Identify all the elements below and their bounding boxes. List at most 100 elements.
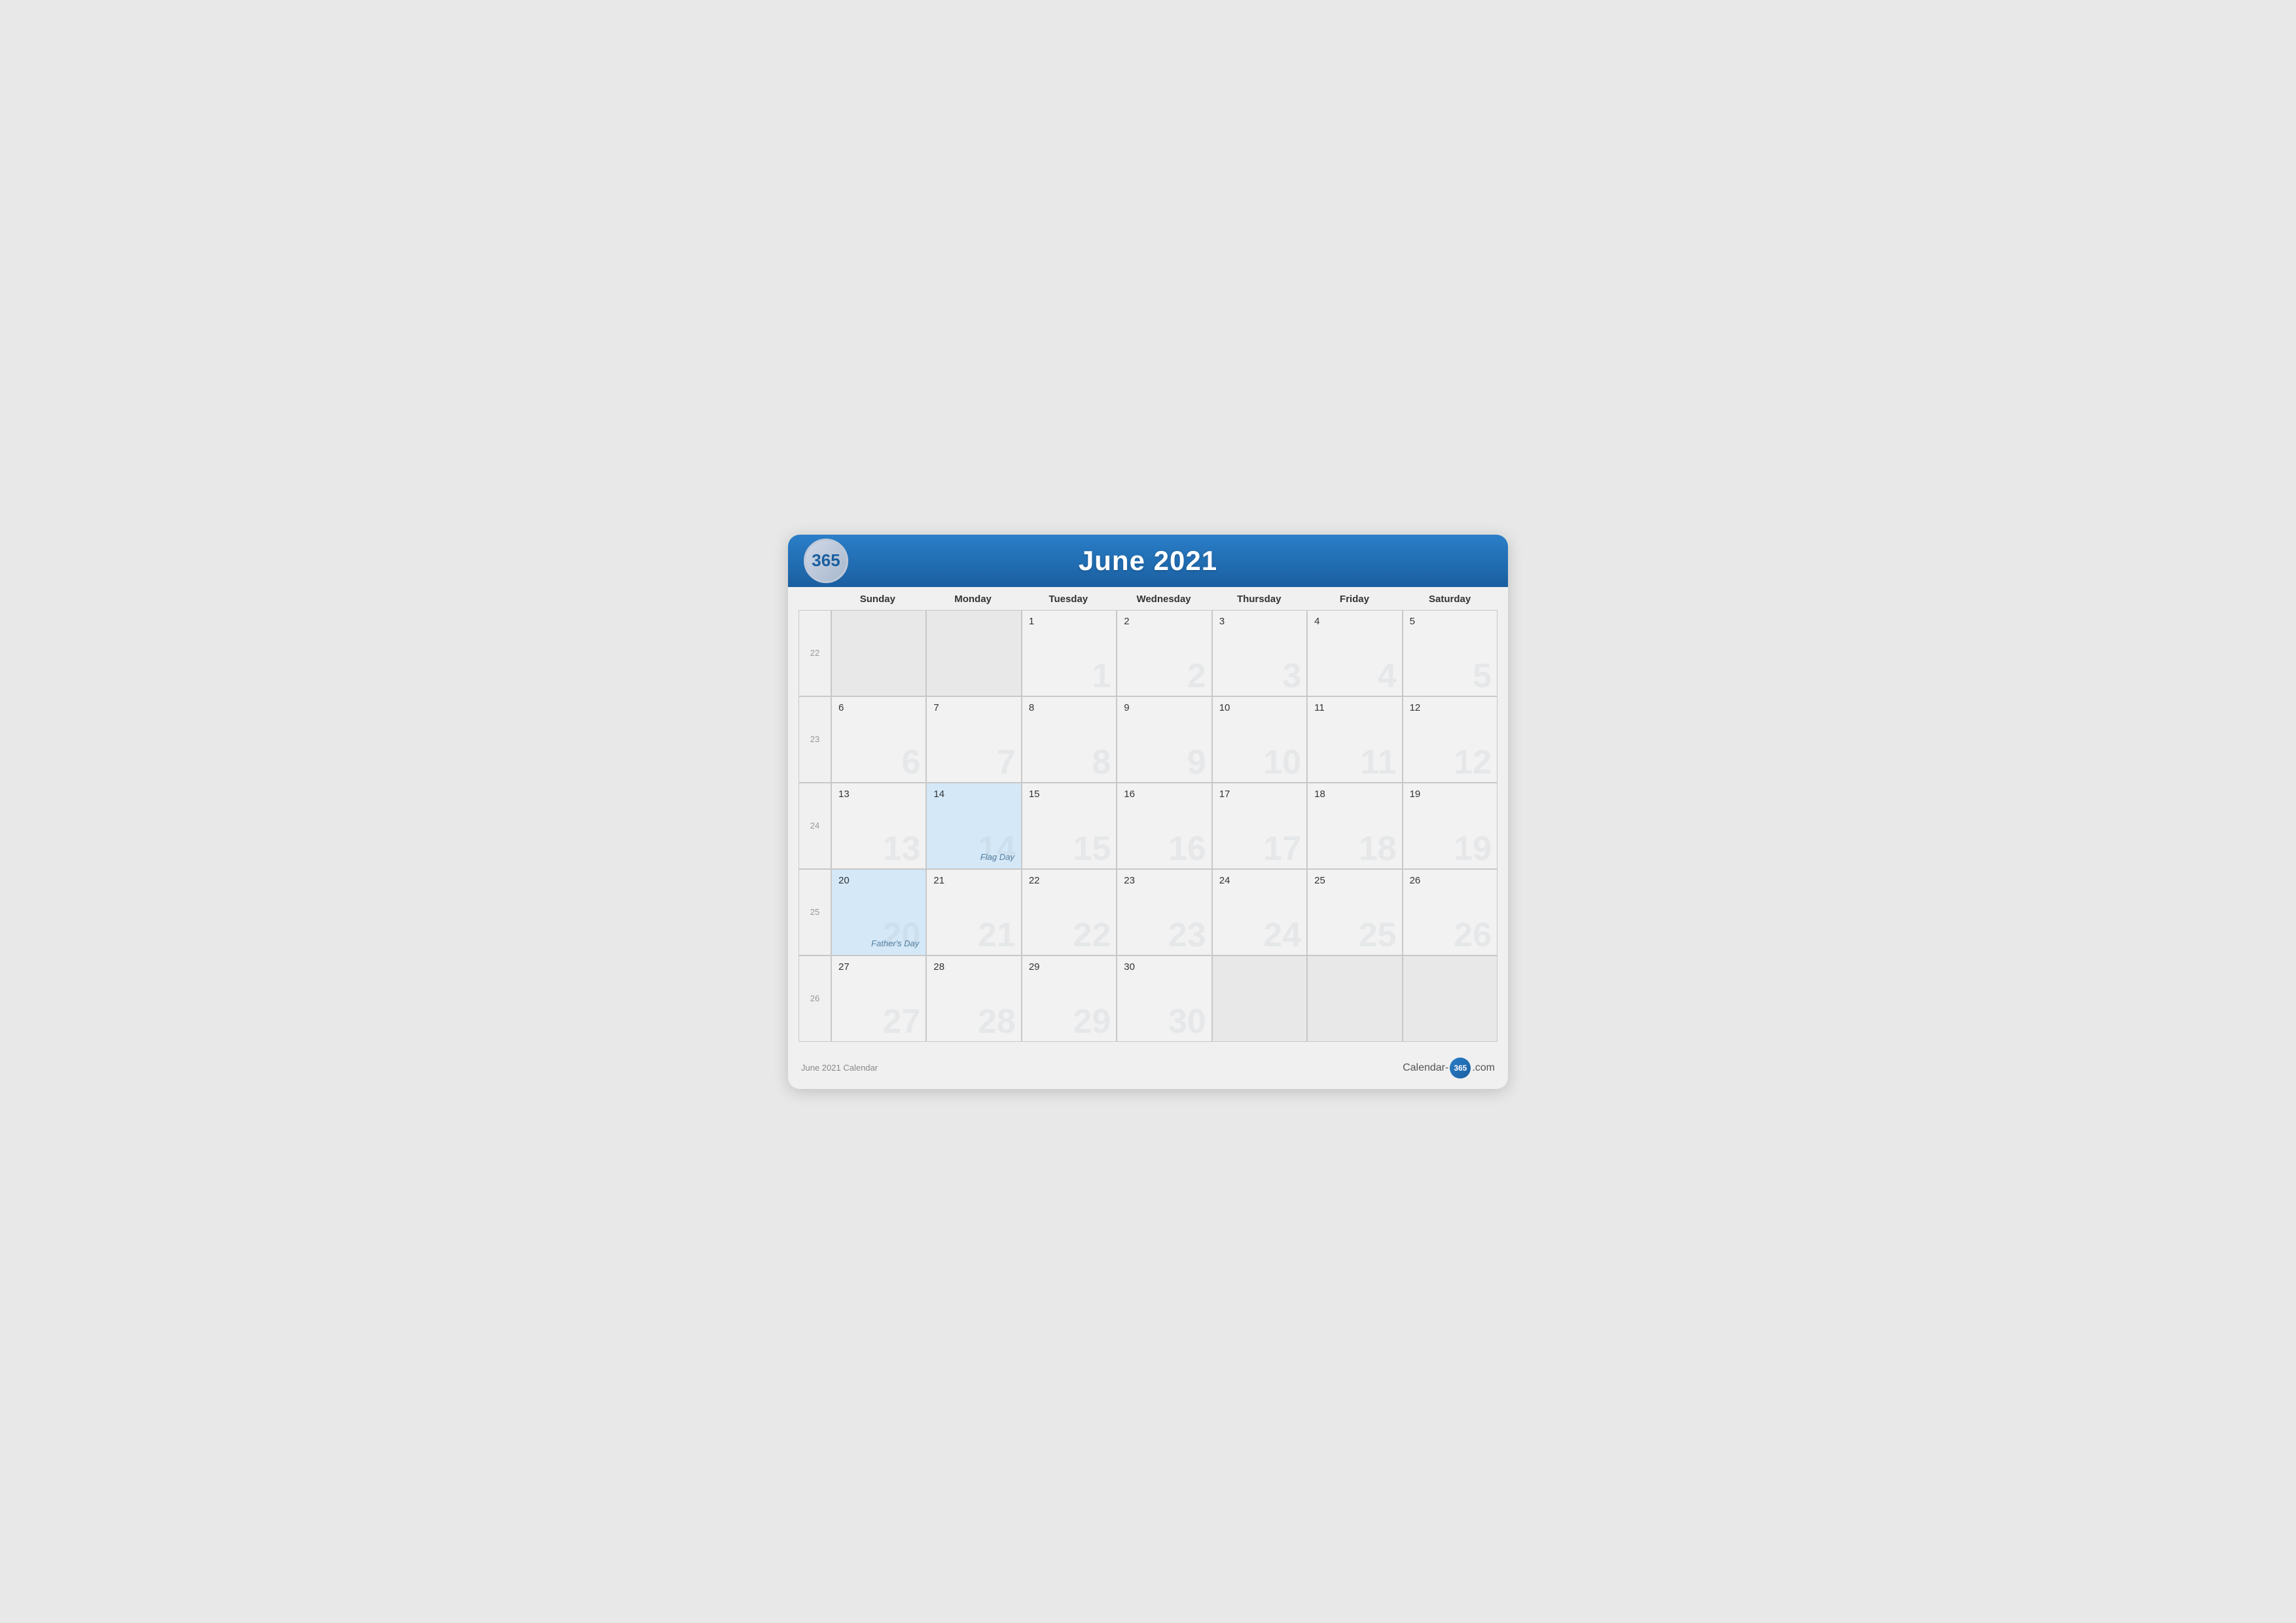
calendar-page: 365 June 2021 Sunday Monday Tuesday Wedn… bbox=[788, 535, 1508, 1089]
watermark-12: 12 bbox=[1454, 745, 1492, 779]
day-num-3: 3 bbox=[1219, 616, 1300, 627]
day-num-14: 14 bbox=[933, 789, 1014, 800]
dow-saturday: Saturday bbox=[1402, 587, 1498, 609]
watermark-6: 6 bbox=[902, 745, 921, 779]
day-num-2: 2 bbox=[1124, 616, 1204, 627]
cal-cell-w2-d6[interactable]: 1919 bbox=[1403, 783, 1497, 868]
dow-thursday: Thursday bbox=[1211, 587, 1307, 609]
day-num-12: 12 bbox=[1410, 702, 1490, 713]
calendar-title: June 2021 bbox=[861, 545, 1435, 577]
cal-cell-w3-d3[interactable]: 2323 bbox=[1117, 870, 1211, 955]
cal-cell-w0-d2[interactable]: 11 bbox=[1022, 611, 1116, 696]
cal-cell-w1-d5[interactable]: 1111 bbox=[1308, 697, 1401, 782]
calendar-body: Sunday Monday Tuesday Wednesday Thursday… bbox=[788, 587, 1508, 1047]
watermark-9: 9 bbox=[1187, 745, 1206, 779]
footer-right: Calendar- 365 .com bbox=[1403, 1058, 1495, 1079]
cal-cell-w3-d4[interactable]: 24 24 bbox=[1213, 870, 1306, 955]
dow-friday: Friday bbox=[1307, 587, 1403, 609]
footer-calendar-pre: Calendar- bbox=[1403, 1062, 1448, 1074]
cal-cell-w4-d5[interactable] bbox=[1308, 956, 1401, 1041]
day-num-17: 17 bbox=[1219, 789, 1300, 800]
cal-cell-w2-d3[interactable]: 1616 bbox=[1117, 783, 1211, 868]
day-num-24: 24 bbox=[1219, 875, 1300, 886]
cal-cell-w4-d2[interactable]: 2929 bbox=[1022, 956, 1116, 1041]
cal-cell-w2-d2[interactable]: 1515 bbox=[1022, 783, 1116, 868]
day-num-28: 28 bbox=[933, 961, 1014, 972]
cal-cell-w2-d5[interactable]: 1818 bbox=[1308, 783, 1401, 868]
day-num-30: 30 bbox=[1124, 961, 1204, 972]
day-num-7: 7 bbox=[933, 702, 1014, 713]
cal-cell-w3-d5[interactable]: 25 25 bbox=[1308, 870, 1401, 955]
day-num-8: 8 bbox=[1029, 702, 1109, 713]
watermark-27: 27 bbox=[883, 1005, 921, 1039]
event-label-20: Father's Day bbox=[871, 938, 919, 948]
watermark-3: 3 bbox=[1282, 659, 1301, 693]
logo-badge: 365 bbox=[804, 539, 848, 583]
footer-calendar-post: .com bbox=[1472, 1062, 1495, 1074]
cal-cell-w2-d0[interactable]: 13 13 bbox=[832, 783, 925, 868]
day-num-13: 13 bbox=[838, 789, 919, 800]
cal-cell-w3-d0[interactable]: 2020Father's Day bbox=[832, 870, 925, 955]
day-num-5: 5 bbox=[1410, 616, 1490, 627]
watermark-16: 16 bbox=[1168, 832, 1206, 866]
event-label-14: Flag Day bbox=[980, 852, 1014, 862]
watermark-4: 4 bbox=[1378, 659, 1397, 693]
cal-cell-w0-d3[interactable]: 22 bbox=[1117, 611, 1211, 696]
cal-cell-w4-d1[interactable]: 28 28 bbox=[927, 956, 1020, 1041]
footer-left-text: June 2021 Calendar bbox=[801, 1063, 878, 1073]
watermark-22: 22 bbox=[1073, 918, 1111, 952]
watermark-28: 28 bbox=[978, 1005, 1016, 1039]
watermark-19: 19 bbox=[1454, 832, 1492, 866]
dow-spacer bbox=[798, 587, 830, 609]
dow-tuesday: Tuesday bbox=[1020, 587, 1116, 609]
watermark-8: 8 bbox=[1092, 745, 1111, 779]
day-num-16: 16 bbox=[1124, 789, 1204, 800]
watermark-26: 26 bbox=[1454, 918, 1492, 952]
day-num-6: 6 bbox=[838, 702, 919, 713]
watermark-13: 13 bbox=[883, 832, 921, 866]
cal-cell-w1-d6[interactable]: 12 12 bbox=[1403, 697, 1497, 782]
cal-cell-w1-d4[interactable]: 1010 bbox=[1213, 697, 1306, 782]
cal-cell-w2-d1[interactable]: 1414Flag Day bbox=[927, 783, 1020, 868]
dow-wednesday: Wednesday bbox=[1116, 587, 1211, 609]
cal-cell-w4-d6[interactable] bbox=[1403, 956, 1497, 1041]
watermark-11: 11 bbox=[1361, 745, 1397, 779]
day-num-21: 21 bbox=[933, 875, 1014, 886]
cal-cell-w0-d1[interactable] bbox=[927, 611, 1020, 696]
watermark-17: 17 bbox=[1263, 832, 1301, 866]
day-num-25: 25 bbox=[1314, 875, 1395, 886]
cal-cell-w4-d3[interactable]: 3030 bbox=[1117, 956, 1211, 1041]
cal-cell-w1-d2[interactable]: 88 bbox=[1022, 697, 1116, 782]
watermark-5: 5 bbox=[1473, 659, 1492, 693]
day-num-1: 1 bbox=[1029, 616, 1109, 627]
logo-text: 365 bbox=[812, 550, 840, 571]
cal-cell-w1-d1[interactable]: 77 bbox=[927, 697, 1020, 782]
cal-cell-w2-d4[interactable]: 1717 bbox=[1213, 783, 1306, 868]
day-num-26: 26 bbox=[1410, 875, 1490, 886]
cal-cell-w1-d3[interactable]: 99 bbox=[1117, 697, 1211, 782]
dow-monday: Monday bbox=[925, 587, 1021, 609]
cal-cell-w0-d4[interactable]: 33 bbox=[1213, 611, 1306, 696]
day-num-4: 4 bbox=[1314, 616, 1395, 627]
watermark-25: 25 bbox=[1359, 918, 1397, 952]
watermark-21: 21 bbox=[978, 918, 1016, 952]
day-num-29: 29 bbox=[1029, 961, 1109, 972]
cal-cell-w1-d0[interactable]: 66 bbox=[832, 697, 925, 782]
week-num-1: 23 bbox=[799, 697, 831, 782]
watermark-24: 24 bbox=[1263, 918, 1301, 952]
week-num-3: 25 bbox=[799, 870, 831, 955]
page-footer: June 2021 Calendar Calendar- 365 .com bbox=[788, 1051, 1508, 1081]
cal-cell-w4-d4[interactable] bbox=[1213, 956, 1306, 1041]
cal-cell-w0-d6[interactable]: 55 bbox=[1403, 611, 1497, 696]
cal-cell-w3-d2[interactable]: 22 22 bbox=[1022, 870, 1116, 955]
calendar-header: 365 June 2021 bbox=[788, 535, 1508, 587]
cal-cell-w3-d6[interactable]: 26 26 bbox=[1403, 870, 1497, 955]
cal-cell-w4-d0[interactable]: 2727 bbox=[832, 956, 925, 1041]
watermark-10: 10 bbox=[1263, 745, 1301, 779]
cal-cell-w0-d0[interactable] bbox=[832, 611, 925, 696]
week-num-2: 24 bbox=[799, 783, 831, 868]
cal-cell-w3-d1[interactable]: 21 21 bbox=[927, 870, 1020, 955]
day-num-22: 22 bbox=[1029, 875, 1109, 886]
watermark-15: 15 bbox=[1073, 832, 1111, 866]
cal-cell-w0-d5[interactable]: 44 bbox=[1308, 611, 1401, 696]
